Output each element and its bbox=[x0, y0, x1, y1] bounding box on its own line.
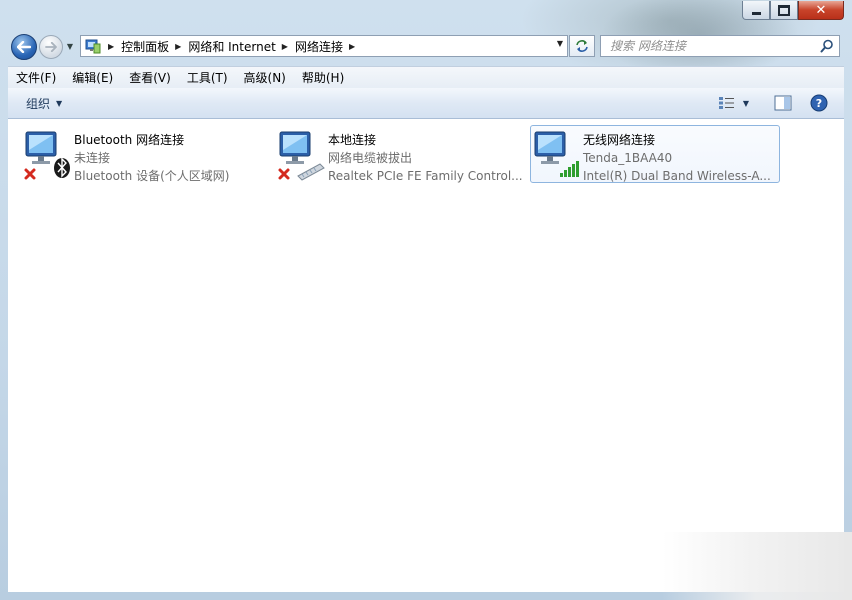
control-panel-icon bbox=[84, 38, 102, 54]
chevron-down-icon: ▼ bbox=[66, 41, 74, 51]
menu-bar: 文件(F) 编辑(E) 查看(V) 工具(T) 高级(N) 帮助(H) bbox=[8, 66, 844, 89]
connections-list: Bluetooth 网络连接 未连接 Bluetooth 设备(个人区域网) 本… bbox=[8, 119, 844, 592]
connection-status: 网络电缆被拔出 bbox=[328, 151, 413, 165]
help-icon: ? bbox=[810, 94, 828, 112]
command-bar: 组织 ▼ ▼ ? bbox=[8, 88, 844, 119]
connection-name: 本地连接 bbox=[328, 133, 377, 147]
breadcrumb-network-connections[interactable]: 网络连接 bbox=[295, 38, 343, 55]
menu-advanced[interactable]: 高级(N) bbox=[236, 68, 294, 88]
back-button[interactable] bbox=[11, 34, 37, 60]
connection-details: 本地连接 网络电缆被拔出 Realtek PCIe FE Family Cont… bbox=[328, 126, 523, 183]
caption-buttons: ✕ bbox=[742, 1, 844, 20]
maximize-button[interactable] bbox=[770, 1, 798, 20]
change-view-icon bbox=[719, 97, 734, 109]
connection-name: 无线网络连接 bbox=[583, 133, 656, 147]
search-box[interactable] bbox=[600, 35, 840, 57]
forward-button[interactable] bbox=[39, 35, 63, 59]
breadcrumb-separator-icon[interactable]: ▶ bbox=[349, 42, 355, 51]
breadcrumb-separator-icon[interactable]: ▶ bbox=[282, 42, 288, 51]
search-input[interactable] bbox=[608, 38, 817, 54]
connection-details: Bluetooth 网络连接 未连接 Bluetooth 设备(个人区域网) bbox=[74, 126, 230, 183]
address-bar[interactable]: ▶ 控制面板 ▶ 网络和 Internet ▶ 网络连接 ▶ ▼ bbox=[80, 35, 568, 57]
connection-name: Bluetooth 网络连接 bbox=[74, 133, 185, 147]
connection-device: Bluetooth 设备(个人区域网) bbox=[74, 169, 230, 183]
organize-label: 组织 bbox=[26, 96, 51, 111]
breadcrumb-separator-icon[interactable]: ▶ bbox=[108, 42, 114, 51]
back-arrow-icon bbox=[17, 41, 31, 53]
recent-pages-dropdown[interactable]: ▼ bbox=[64, 40, 76, 52]
explorer-window: ✕ ▼ ▶ 控制面板 ▶ 网络和 Internet ▶ 网络连接 ▶ ▼ 搜索 … bbox=[0, 0, 852, 600]
connection-status: Tenda_1BAA40 bbox=[583, 151, 673, 165]
chevron-down-icon: ▼ bbox=[56, 98, 63, 108]
breadcrumb-control-panel[interactable]: 控制面板 bbox=[121, 38, 169, 55]
menu-file[interactable]: 文件(F) bbox=[8, 68, 64, 88]
connection-item-local[interactable]: 本地连接 网络电缆被拔出 Realtek PCIe FE Family Cont… bbox=[276, 126, 526, 183]
forward-arrow-icon bbox=[45, 42, 57, 52]
search-icon[interactable] bbox=[820, 39, 834, 53]
breadcrumb-network-internet[interactable]: 网络和 Internet bbox=[188, 38, 275, 55]
chevron-down-icon: ▼ bbox=[742, 98, 750, 108]
command-bar-right: ▼ ? bbox=[708, 93, 830, 113]
network-adapter-icon bbox=[276, 126, 328, 182]
connection-device: Intel(R) Dual Band Wireless-A... bbox=[583, 169, 771, 183]
close-icon: ✕ bbox=[815, 2, 827, 18]
refresh-button[interactable] bbox=[569, 35, 595, 57]
minimize-icon bbox=[751, 11, 761, 15]
menu-tools[interactable]: 工具(T) bbox=[179, 68, 236, 88]
preview-pane-button[interactable] bbox=[772, 93, 794, 113]
menu-edit[interactable]: 编辑(E) bbox=[64, 68, 121, 88]
connection-item-bluetooth[interactable]: Bluetooth 网络连接 未连接 Bluetooth 设备(个人区域网) bbox=[22, 126, 262, 183]
network-adapter-icon bbox=[22, 126, 74, 182]
organize-button[interactable]: 组织 ▼ bbox=[26, 95, 62, 112]
preview-pane-icon bbox=[774, 95, 792, 111]
connection-item-wireless[interactable]: 无线网络连接 Tenda_1BAA40 Intel(R) Dual Band W… bbox=[530, 125, 780, 183]
corner-overlay bbox=[662, 532, 852, 600]
minimize-button[interactable] bbox=[742, 1, 770, 20]
network-adapter-icon bbox=[531, 126, 583, 182]
connection-device: Realtek PCIe FE Family Control... bbox=[328, 169, 523, 183]
connection-status: 未连接 bbox=[74, 151, 111, 165]
svg-text:?: ? bbox=[816, 97, 822, 110]
breadcrumb-separator-icon[interactable]: ▶ bbox=[175, 42, 181, 51]
close-button[interactable]: ✕ bbox=[798, 1, 844, 20]
refresh-icon bbox=[576, 40, 588, 52]
connection-details: 无线网络连接 Tenda_1BAA40 Intel(R) Dual Band W… bbox=[583, 126, 771, 183]
change-view-button[interactable] bbox=[716, 93, 738, 113]
maximize-icon bbox=[778, 4, 790, 16]
view-options-dropdown[interactable]: ▼ bbox=[740, 93, 752, 113]
menu-help[interactable]: 帮助(H) bbox=[294, 68, 352, 88]
help-button[interactable]: ? bbox=[808, 93, 830, 113]
address-dropdown-icon[interactable]: ▼ bbox=[557, 39, 563, 48]
breadcrumb: ▶ 控制面板 ▶ 网络和 Internet ▶ 网络连接 ▶ bbox=[102, 36, 362, 56]
menu-view[interactable]: 查看(V) bbox=[121, 68, 179, 88]
